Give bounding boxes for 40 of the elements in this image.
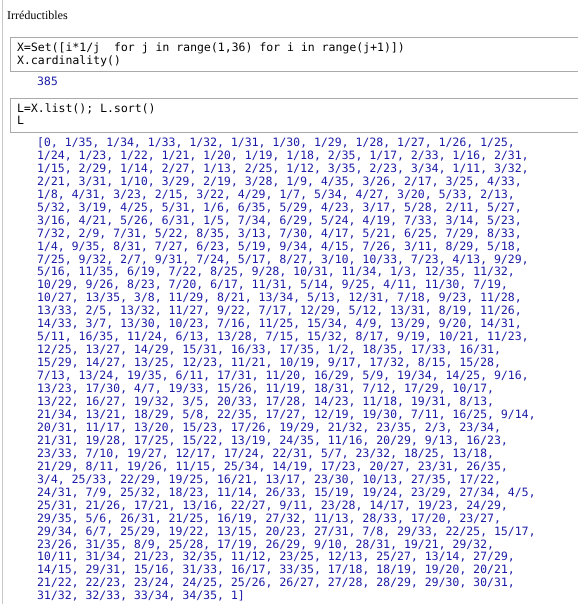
- output-line: 13/33, 2/5, 13/32, 11/27, 9/22, 7/17, 12/29, 5/12, 13/31, 8/19, 11/26,: [37, 304, 522, 318]
- output-line: 1/24, 1/23, 1/22, 1/21, 1/20, 1/19, 1/18, 2/35, 1/17, 2/33, 1/16, 2/31,: [37, 148, 529, 162]
- output-line: 7/32, 2/9, 7/31, 5/22, 8/35, 3/13, 7/30, 4/17, 5/21, 6/25, 7/29, 8/33,: [37, 226, 522, 240]
- output-line: 1/15, 2/29, 1/14, 2/27, 1/13, 2/25, 1/12, 3/35, 2/23, 3/34, 1/11, 3/32,: [37, 162, 529, 175]
- output-line: 1/8, 4/31, 3/23, 2/15, 3/22, 4/29, 1/7, 5/34, 4/27, 3/20, 5/33, 2/13,: [37, 188, 515, 201]
- output-line: 13/23, 17/30, 4/7, 19/33, 15/26, 11/19, 18/31, 7/12, 17/29, 10/17,: [37, 382, 494, 396]
- output-line: 5/11, 16/35, 11/24, 6/13, 13/28, 7/15, 15/32, 8/17, 9/19, 10/21, 11/23,: [37, 330, 529, 344]
- worksheet-title: Irréductibles: [7, 8, 68, 22]
- output-line: 15/29, 14/27, 13/25, 12/23, 11/21, 10/19, 9/17, 17/32, 8/15, 15/28,: [37, 356, 501, 370]
- output-line: 13/22, 16/27, 19/32, 3/5, 20/33, 17/28, 14/23, 11/18, 19/31, 8/13,: [37, 395, 494, 408]
- output-line: 10/27, 13/35, 3/8, 11/29, 8/21, 13/34, 5/13, 12/31, 7/18, 9/23, 11/28,: [37, 291, 522, 304]
- output-line: 21/29, 8/11, 19/26, 11/15, 25/34, 14/19, 17/23, 20/27, 23/31, 26/35,: [37, 460, 508, 473]
- output-line: 14/15, 29/31, 15/16, 31/33, 16/17, 33/35, 17/18, 18/19, 19/20, 20/21,: [37, 563, 515, 576]
- code-input[interactable]: X=Set([i*1/j for j in range(1,36) for i in range(j+1)]) X.cardinality(): [10, 37, 578, 72]
- output-line: 1/4, 9/35, 8/31, 7/27, 6/23, 5/19, 9/34, 4/15, 7/26, 3/11, 8/29, 5/18,: [37, 240, 522, 253]
- output-line: [0, 1/35, 1/34, 1/33, 1/32, 1/31, 1/30, 1/29, 1/28, 1/27, 1/26, 1/25,: [37, 136, 515, 149]
- output-line: 5/32, 3/19, 4/25, 5/31, 1/6, 6/35, 5/29, 4/23, 3/17, 5/28, 2/11, 5/27,: [37, 200, 522, 214]
- output-line: 29/35, 5/6, 26/31, 21/25, 16/19, 27/32, 11/13, 28/33, 17/20, 23/27,: [37, 512, 501, 525]
- output-line: 3/16, 4/21, 5/26, 6/31, 1/5, 7/34, 6/29, 5/24, 4/19, 7/33, 3/14, 5/23,: [37, 214, 522, 227]
- output-line: 12/25, 13/27, 14/29, 15/31, 16/33, 17/35, 1/2, 18/35, 17/33, 16/31,: [37, 343, 501, 356]
- output-line: 21/31, 19/28, 17/25, 15/22, 13/19, 24/35, 11/16, 20/29, 9/13, 16/23,: [37, 434, 508, 447]
- output-line: 385: [37, 75, 58, 88]
- output-line: 25/31, 21/26, 17/21, 13/16, 22/27, 9/11, 23/28, 14/17, 19/23, 24/29,: [37, 498, 508, 512]
- output-line: 23/26, 31/35, 8/9, 25/28, 17/19, 26/29, 9/10, 28/31, 19/21, 29/32,: [37, 538, 494, 550]
- code-input[interactable]: L=X.list(); L.sort() L: [10, 98, 578, 133]
- output-line: 10/29, 9/26, 8/23, 7/20, 6/17, 11/31, 5/14, 9/25, 4/11, 11/30, 7/19,: [37, 278, 508, 292]
- output-line: 3/4, 25/33, 22/29, 19/25, 16/21, 13/17, 23/30, 10/13, 27/35, 17/22,: [37, 472, 501, 486]
- output-line: 14/33, 3/7, 13/30, 10/23, 7/16, 11/25, 15/34, 4/9, 13/29, 9/20, 14/31,: [37, 317, 522, 330]
- output-line: 21/34, 13/21, 18/29, 5/8, 22/35, 17/27, 12/19, 19/30, 7/11, 16/25, 9/14,: [37, 408, 536, 421]
- output-line: 31/32, 32/33, 33/34, 34/35, 1]: [37, 589, 245, 602]
- output-line: 10/11, 31/34, 21/23, 32/35, 11/12, 23/25, 12/13, 25/27, 13/14, 27/29,: [37, 550, 515, 564]
- output-line: 7/25, 9/32, 2/7, 9/31, 7/24, 5/17, 8/27, 3/10, 10/33, 7/23, 4/13, 9/29,: [37, 252, 529, 266]
- output-line: 20/31, 11/17, 13/20, 15/23, 17/26, 19/29, 21/32, 23/35, 2/3, 23/34,: [37, 420, 501, 434]
- output-line: 2/21, 3/31, 1/10, 3/29, 2/19, 3/28, 1/9, 4/35, 3/26, 2/17, 3/25, 4/33,: [37, 174, 522, 188]
- output-line: 24/31, 7/9, 25/32, 18/23, 11/14, 26/33, 15/19, 19/24, 23/29, 27/34, 4/5,: [37, 486, 536, 499]
- output-line: 23/33, 7/10, 19/27, 12/17, 17/24, 22/31, 5/7, 23/32, 18/25, 13/18,: [37, 446, 494, 460]
- output-line: 5/16, 11/35, 6/19, 7/22, 8/25, 9/28, 10/31, 11/34, 1/3, 12/35, 11/32,: [37, 265, 515, 278]
- output-line: 21/22, 22/23, 23/24, 24/25, 25/26, 26/27, 27/28, 28/29, 29/30, 30/31,: [37, 576, 515, 590]
- output-line: 7/13, 13/24, 19/35, 6/11, 17/31, 11/20, 16/29, 5/9, 19/34, 14/25, 9/16,: [37, 369, 529, 382]
- output-line: 29/34, 6/7, 25/29, 19/22, 13/15, 20/23, 27/31, 7/8, 29/33, 22/25, 15/17,: [37, 524, 536, 538]
